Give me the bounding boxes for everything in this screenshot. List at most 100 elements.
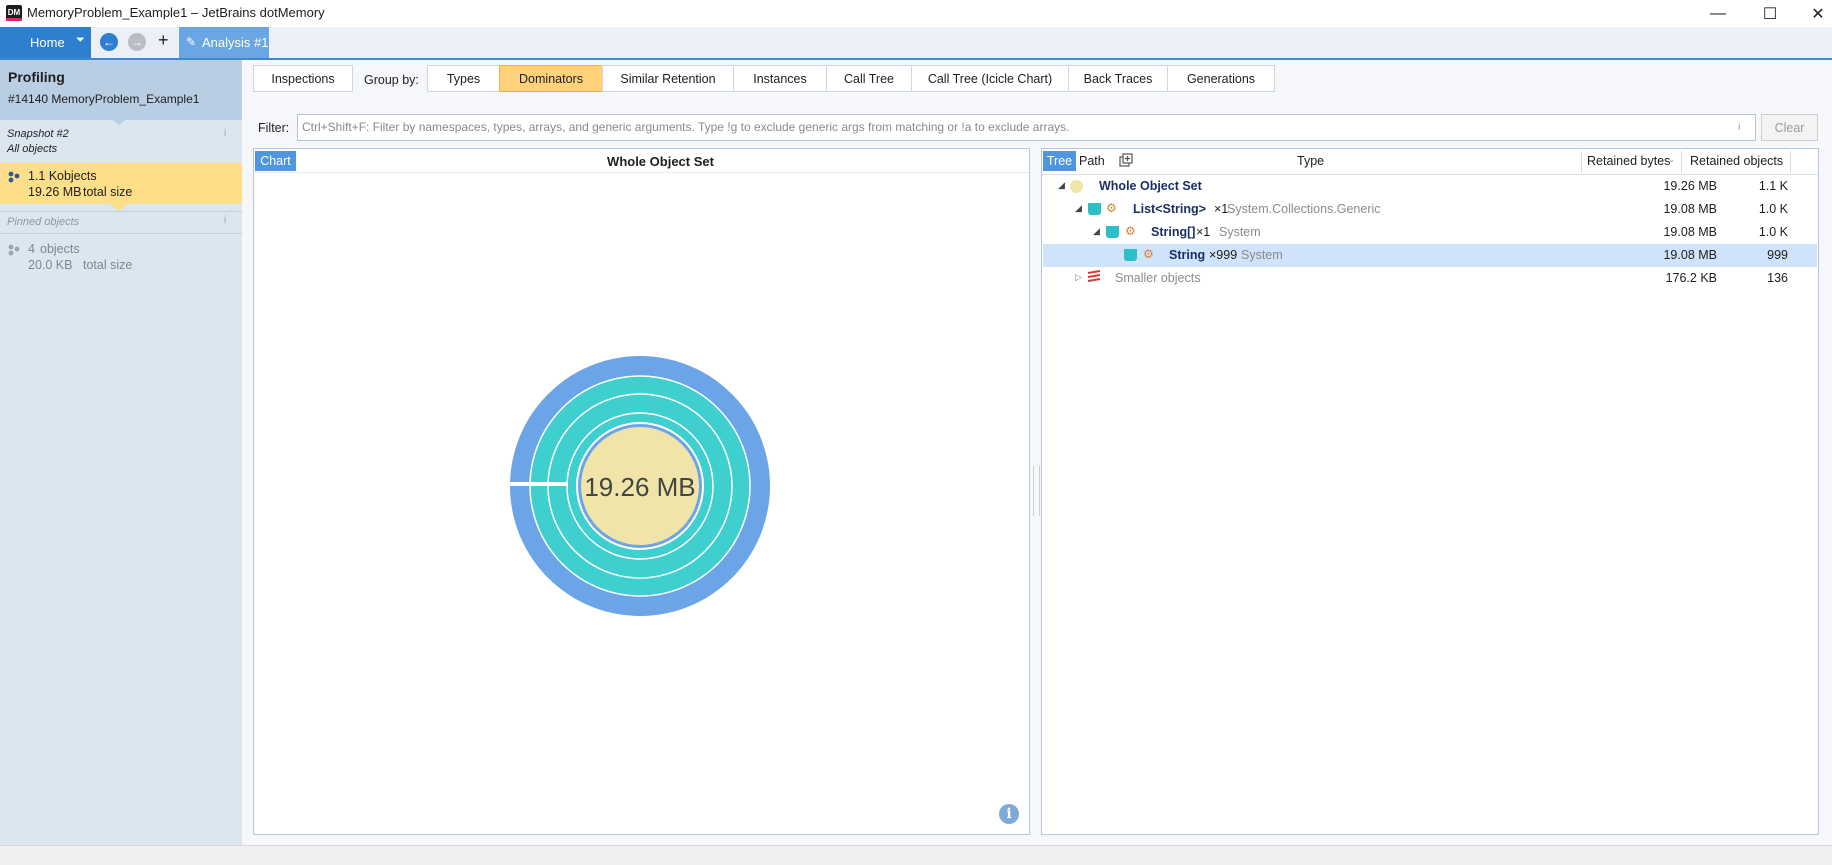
groupby-label: Group by: <box>364 73 419 87</box>
forward-arrow-icon[interactable]: → <box>128 33 146 51</box>
filter-placeholder: Ctrl+Shift+F: Filter by namespaces, type… <box>302 120 1070 134</box>
column-separator[interactable] <box>1790 151 1791 173</box>
column-separator[interactable] <box>1681 151 1682 173</box>
all-objects-item[interactable]: 1.1 K objects 19.26 MB total size <box>0 163 242 204</box>
tab-dominators[interactable]: Dominators <box>499 65 603 92</box>
smaller-objects-icon <box>1087 270 1101 284</box>
home-label: Home <box>30 35 65 50</box>
divider <box>0 233 242 234</box>
tab-similar-retention[interactable]: Similar Retention <box>602 65 734 92</box>
gears-icon: ⚙ <box>1143 247 1154 261</box>
clear-button[interactable]: Clear <box>1761 114 1818 141</box>
object-set-icon <box>1070 180 1083 193</box>
sunburst-chart[interactable]: 19.26 MB <box>500 346 780 626</box>
row-objects: 1.0 K <box>1758 202 1788 216</box>
row-objects: 136 <box>1767 271 1788 285</box>
pinned-objects-label: Pinned objects <box>7 216 80 228</box>
close-button[interactable]: ✕ <box>1795 0 1832 27</box>
expand-icon[interactable]: ▷ <box>1075 272 1082 283</box>
selected-notch <box>110 204 128 211</box>
divider <box>0 211 242 212</box>
maximize-button[interactable]: ☐ <box>1747 0 1793 27</box>
collection-icon <box>1106 226 1119 238</box>
smaller-objects-slice[interactable] <box>500 482 568 486</box>
collection-icon <box>1088 203 1101 215</box>
row-name: String <box>1169 248 1206 262</box>
info-icon[interactable]: i <box>999 804 1019 824</box>
table-row[interactable]: ▷ Smaller objects 176.2 KB 136 <box>1043 267 1817 290</box>
all-objects-size: 19.26 MB <box>28 185 82 199</box>
pinned-size: 20.0 KB <box>28 258 73 272</box>
row-namespace: System <box>1219 225 1261 239</box>
pinned-count-unit: objects <box>40 242 80 256</box>
pinned-objects-item[interactable]: 4 objects 20.0 KB total size <box>0 238 242 278</box>
tab-path[interactable]: Path <box>1079 154 1105 168</box>
pencil-icon: ✎ <box>186 35 197 49</box>
window-title: MemoryProblem_Example1 – JetBrains dotMe… <box>27 5 325 20</box>
column-retained-bytes[interactable]: Retained bytes <box>1587 154 1670 168</box>
row-bytes: 19.08 MB <box>1663 225 1717 239</box>
center-label: 19.26 MB <box>584 472 695 502</box>
row-count: ×1 <box>1196 225 1211 239</box>
row-count: ×999 <box>1209 248 1238 262</box>
row-bytes: 19.08 MB <box>1663 202 1717 216</box>
snapshot-name: Snapshot #2 <box>7 128 69 140</box>
collapse-icon[interactable]: ◢ <box>1075 203 1082 214</box>
profiling-title: Profiling <box>8 69 65 85</box>
tab-analysis-1[interactable]: ✎ Analysis #1 <box>179 27 269 58</box>
table-row-selected[interactable]: ⚙ String ×999 System 19.08 MB 999 <box>1043 244 1817 267</box>
back-arrow-icon[interactable]: ← <box>100 33 118 51</box>
chart-title: Whole Object Set <box>607 154 714 169</box>
app-logo-icon: DM <box>6 5 22 21</box>
row-name: String[] <box>1151 225 1196 239</box>
tab-analysis-label: Analysis #1 <box>202 35 269 50</box>
column-retained-objects[interactable]: Retained objects <box>1690 154 1783 168</box>
divider <box>254 172 1029 173</box>
pinned-count: 4 <box>28 242 35 256</box>
tab-back-traces[interactable]: Back Traces <box>1068 65 1168 92</box>
row-bytes: 19.08 MB <box>1663 248 1717 262</box>
tab-types[interactable]: Types <box>427 65 500 92</box>
tab-chart[interactable]: Chart <box>255 151 296 171</box>
gears-icon: ⚙ <box>1106 201 1117 215</box>
tab-instances[interactable]: Instances <box>733 65 827 92</box>
panel-splitter[interactable] <box>1033 466 1040 516</box>
column-type[interactable]: Type <box>1297 154 1324 168</box>
header-notch <box>110 118 128 125</box>
all-objects-count: 1.1 K <box>28 169 58 183</box>
minimize-button[interactable]: — <box>1695 0 1741 27</box>
row-objects: 999 <box>1767 248 1788 262</box>
home-button[interactable]: Home ⏷ <box>0 27 91 58</box>
collapse-icon[interactable]: ◢ <box>1093 226 1100 237</box>
snapshot-subtitle: All objects <box>7 143 58 155</box>
all-objects-size-unit: total size <box>83 185 133 199</box>
info-icon[interactable]: i <box>1738 121 1740 133</box>
tab-tree[interactable]: Tree <box>1043 151 1076 171</box>
filter-label: Filter: <box>258 121 290 135</box>
process-name: #14140 MemoryProblem_Example1 <box>8 92 200 106</box>
row-objects: 1.1 K <box>1758 179 1788 193</box>
add-icon[interactable]: + <box>158 30 169 51</box>
chevron-down-icon[interactable]: ⏷ <box>76 34 85 47</box>
table-row[interactable]: ◢ ⚙ List<String> ×1 System.Collections.G… <box>1043 198 1817 221</box>
info-icon[interactable]: i <box>224 128 226 139</box>
objects-icon <box>8 244 20 256</box>
status-bar <box>0 845 1832 865</box>
tab-inspections[interactable]: Inspections <box>253 65 353 92</box>
row-name: Whole Object Set <box>1099 179 1202 193</box>
table-row[interactable]: ◢ ⚙ String[] ×1 System 19.08 MB 1.0 K <box>1043 221 1817 244</box>
collection-icon <box>1124 249 1137 261</box>
row-name: List<String> <box>1133 202 1206 216</box>
row-bytes: 19.26 MB <box>1663 179 1717 193</box>
pinned-size-unit: total size <box>83 258 133 272</box>
tab-call-tree-icicle[interactable]: Call Tree (Icicle Chart) <box>911 65 1069 92</box>
copy-icon[interactable] <box>1119 153 1133 167</box>
tab-call-tree[interactable]: Call Tree <box>826 65 912 92</box>
collapse-icon[interactable]: ◢ <box>1058 180 1065 191</box>
row-name: Smaller objects <box>1115 271 1201 285</box>
column-separator[interactable] <box>1581 151 1582 173</box>
sort-desc-icon: ⌄ <box>1668 155 1675 164</box>
info-icon[interactable]: i <box>224 215 226 226</box>
table-row[interactable]: ◢ Whole Object Set 19.26 MB 1.1 K <box>1043 175 1817 198</box>
tab-generations[interactable]: Generations <box>1167 65 1275 92</box>
